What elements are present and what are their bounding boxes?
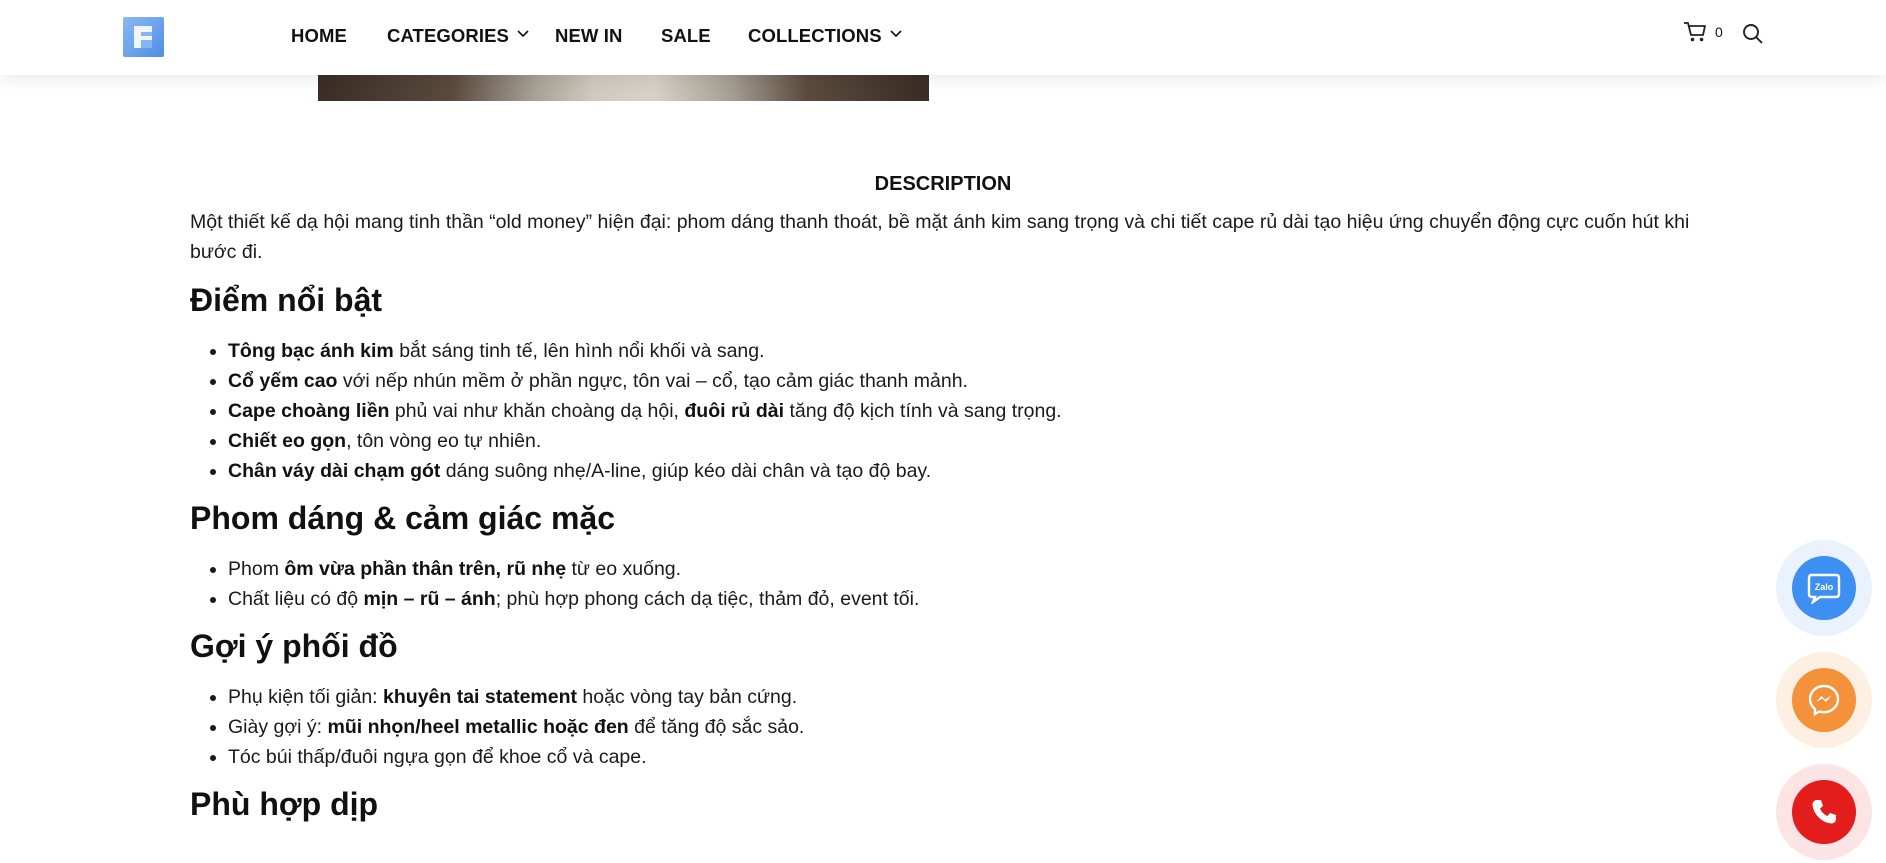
phone-icon: [1812, 800, 1836, 824]
section-heading-styling: Gợi ý phối đồ: [190, 628, 398, 664]
search-icon[interactable]: [1742, 23, 1764, 45]
phone-call-button[interactable]: [1776, 764, 1872, 860]
section-heading-highlights: Điểm nổi bật: [190, 282, 383, 318]
zalo-icon: Zalo: [1807, 573, 1841, 604]
description-intro: Một thiết kế dạ hội mang tinh thần “old …: [190, 211, 1690, 263]
nav-categories[interactable]: CATEGORIES: [387, 25, 509, 47]
list-item: Chân váy dài chạm gót dáng suông nhẹ/A-l…: [228, 456, 1710, 486]
nav-sale[interactable]: SALE: [661, 25, 711, 47]
styling-list: Phụ kiện tối giản: khuyên tai statement …: [190, 682, 1710, 772]
section-heading-occasions: Phù hợp dịp: [190, 786, 379, 822]
list-item: Cổ yếm cao với nếp nhún mềm ở phần ngực,…: [228, 366, 1710, 396]
list-item: Phụ kiện tối giản: khuyên tai statement …: [228, 682, 1710, 712]
zalo-label: Zalo: [1815, 582, 1834, 592]
list-item: Chất liệu có độ mịn – rũ – ánh; phù hợp …: [228, 584, 1710, 614]
site-header: HOME CATEGORIES NEW IN SALE COLLECTIONS …: [0, 0, 1886, 75]
highlights-list: Tông bạc ánh kim bắt sáng tinh tế, lên h…: [190, 336, 1710, 486]
brand-logo[interactable]: [123, 17, 164, 57]
list-item: Tông bạc ánh kim bắt sáng tinh tế, lên h…: [228, 336, 1710, 366]
nav-new-in[interactable]: NEW IN: [555, 25, 622, 47]
messenger-icon: [1808, 684, 1840, 717]
cart-count[interactable]: 0: [1715, 24, 1723, 40]
list-item: Tóc búi thấp/đuôi ngựa gọn để khoe cổ và…: [228, 742, 1710, 772]
nav-home[interactable]: HOME: [291, 25, 347, 47]
list-item: Giày gợi ý: mũi nhọn/heel metallic hoặc …: [228, 712, 1710, 742]
section-heading-fit: Phom dáng & cảm giác mặc: [190, 500, 616, 536]
zalo-chat-button[interactable]: Zalo: [1776, 540, 1872, 636]
cart-icon[interactable]: [1683, 21, 1707, 43]
fit-list: Phom ôm vừa phần thân trên, rũ nhẹ từ eo…: [190, 554, 1710, 614]
list-item: Chiết eo gọn, tôn vòng eo tự nhiên.: [228, 426, 1710, 456]
description-title: DESCRIPTION: [874, 173, 1012, 195]
messenger-chat-button[interactable]: [1776, 652, 1872, 748]
description-content: Một thiết kế dạ hội mang tinh thần “old …: [190, 207, 1710, 840]
list-item: Cape choàng liền phủ vai như khăn choàng…: [228, 396, 1710, 426]
nav-collections[interactable]: COLLECTIONS: [748, 25, 882, 47]
product-image: [318, 72, 929, 101]
list-item: Phom ôm vừa phần thân trên, rũ nhẹ từ eo…: [228, 554, 1710, 584]
chevron-down-icon[interactable]: [516, 27, 530, 41]
chevron-down-icon[interactable]: [889, 27, 903, 41]
